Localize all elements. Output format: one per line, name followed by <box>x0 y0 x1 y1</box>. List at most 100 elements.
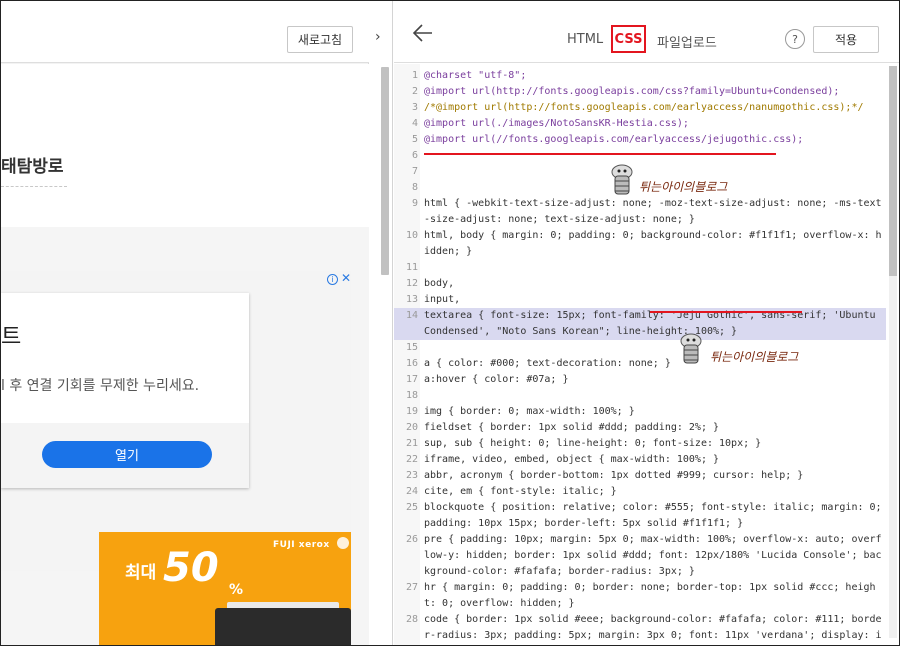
code-text: textarea { font-size: 15px; font-family:… <box>424 310 882 337</box>
editor-pane: HTML CSS 파일업로드 ? 적용 1 @charset "utf-8"; 2 @… <box>394 1 899 645</box>
printer-image <box>215 608 351 645</box>
code-line[interactable]: 26 pre { padding: 10px; margin: 5px 0; ma… <box>394 532 886 580</box>
line-number: 15 <box>405 342 418 353</box>
code-text: pre { padding: 10px; margin: 5px 0; max-… <box>424 534 882 577</box>
title-divider <box>1 186 67 187</box>
tab-file-upload[interactable]: 파일업로드 <box>657 32 717 51</box>
line-number: 3 <box>411 102 418 113</box>
banner-brand-icon <box>337 537 349 549</box>
code-line[interactable]: 21 sup, sub { height: 0; line-height: 0; … <box>394 436 886 452</box>
line-number: 9 <box>411 198 418 209</box>
chevron-right-icon[interactable]: › <box>375 29 381 45</box>
code-line[interactable]: 10 html, body { margin: 0; padding: 0; ba… <box>394 228 886 260</box>
ad-close-icon[interactable]: ✕ <box>341 271 351 285</box>
line-number: 11 <box>405 262 418 273</box>
code-line[interactable]: 11 <box>394 260 886 276</box>
code-line[interactable]: 17 a:hover { color: #07a; } <box>394 372 886 388</box>
line-number: 14 <box>405 310 418 321</box>
ad-banner[interactable]: FUJI xerox 최대 50 % <box>99 532 351 645</box>
line-number: 2 <box>411 86 418 97</box>
code-line[interactable]: 20 fieldset { border: 1px solid #ddd; pad… <box>394 420 886 436</box>
code-text: code { border: 1px solid #eee; backgroun… <box>424 614 882 641</box>
line-number: 25 <box>405 502 418 513</box>
line-number: 18 <box>405 390 418 401</box>
code-line[interactable]: 18 <box>394 388 886 404</box>
ad-open-button[interactable]: 열기 <box>42 441 212 468</box>
preview-pane: 새로고침 태탐방로 i ✕ 트 l 후 연결 기회를 무제한 누리세요. 열기 … <box>1 1 369 645</box>
preview-scrollbar[interactable] <box>381 67 389 275</box>
line-number: 16 <box>405 358 418 369</box>
banner-brand-logo: FUJI xerox <box>273 540 330 550</box>
tab-html[interactable]: HTML <box>567 32 603 47</box>
code-text: @import url(./images/NotoSansKR-Hestia.c… <box>424 118 689 129</box>
code-line[interactable]: 6 <box>394 148 886 164</box>
preview-header: 새로고침 <box>1 1 369 63</box>
css-code-editor[interactable]: 1 @charset "utf-8"; 2 @import url(http://fo… <box>394 64 899 645</box>
editor-scrollbar[interactable] <box>889 66 897 638</box>
code-line[interactable]: 2 @import url(http://fonts.googleapis.com… <box>394 84 886 100</box>
annotation-underline-font-family <box>650 311 802 313</box>
code-text: @charset "utf-8"; <box>424 70 527 81</box>
annotation-underline-import <box>424 153 776 155</box>
code-line[interactable]: 12 body, <box>394 276 886 292</box>
post-title: 태탐방로 <box>1 157 64 177</box>
banner-max-label: 최대 <box>125 563 157 583</box>
code-text: blockquote { position: relative; color: … <box>424 502 888 529</box>
line-number: 28 <box>405 614 418 625</box>
line-number: 8 <box>411 182 418 193</box>
code-line[interactable]: 9 html { -webkit-text-size-adjust: none; … <box>394 196 886 228</box>
code-line[interactable]: 5 @import url(//fonts.googleapis.com/earl… <box>394 132 886 148</box>
editor-header: HTML CSS 파일업로드 ? 적용 <box>394 1 899 63</box>
app-window: 새로고침 태탐방로 i ✕ 트 l 후 연결 기회를 무제한 누리세요. 열기 … <box>0 0 900 646</box>
line-number: 5 <box>411 134 418 145</box>
code-text: fieldset { border: 1px solid #ddd; paddi… <box>424 422 720 433</box>
back-arrow-icon[interactable] <box>412 23 434 43</box>
code-text: /*@import url(http://fonts.googleapis.co… <box>424 102 864 113</box>
code-text: hr { margin: 0; padding: 0; border: none… <box>424 582 876 609</box>
code-line[interactable]: 28 code { border: 1px solid #eee; backgro… <box>394 612 886 645</box>
apply-button[interactable]: 적용 <box>813 26 879 53</box>
code-text: abbr, acronym { border-bottom: 1px dotte… <box>424 470 804 481</box>
code-line[interactable]: 23 abbr, acronym { border-bottom: 1px dot… <box>394 468 886 484</box>
code-line[interactable]: 22 iframe, video, embed, object { max-wid… <box>394 452 886 468</box>
tab-css-label: CSS <box>614 31 643 47</box>
code-line[interactable]: 14 textarea { font-size: 15px; font-famil… <box>394 308 886 340</box>
code-text: iframe, video, embed, object { max-width… <box>424 454 720 465</box>
editor-scroll-thumb[interactable] <box>889 66 897 276</box>
blog-watermark: 튀는아이의블로그 <box>710 350 799 364</box>
line-number: 10 <box>405 230 418 241</box>
code-line[interactable]: 1 @charset "utf-8"; <box>394 68 886 84</box>
code-line[interactable]: 25 blockquote { position: relative; color… <box>394 500 886 532</box>
code-line[interactable]: 15 <box>394 340 886 356</box>
code-text: img { border: 0; max-width: 100%; } <box>424 406 635 417</box>
code-line[interactable]: 27 hr { margin: 0; padding: 0; border: no… <box>394 580 886 612</box>
ad-info-icon[interactable]: i <box>327 274 338 285</box>
code-text: html, body { margin: 0; padding: 0; back… <box>424 230 882 257</box>
code-line[interactable]: 3 /*@import url(http://fonts.googleapis.c… <box>394 100 886 116</box>
code-line[interactable]: 4 @import url(./images/NotoSansKR-Hestia.… <box>394 116 886 132</box>
line-number: 23 <box>405 470 418 481</box>
line-number: 19 <box>405 406 418 417</box>
line-number: 13 <box>405 294 418 305</box>
ad-footer: 열기 <box>1 423 249 488</box>
code-text: a { color: #000; text-decoration: none; … <box>424 358 671 369</box>
code-line[interactable]: 13 input, <box>394 292 886 308</box>
code-line[interactable]: 24 cite, em { font-style: italic; } <box>394 484 886 500</box>
blog-watermark: 튀는아이의블로그 <box>639 180 728 194</box>
refresh-button[interactable]: 새로고침 <box>287 26 353 53</box>
code-line[interactable]: 19 img { border: 0; max-width: 100%; } <box>394 404 886 420</box>
ad-headline: 트 <box>1 325 22 350</box>
line-number: 20 <box>405 422 418 433</box>
line-number: 17 <box>405 374 418 385</box>
code-text: @import url(http://fonts.googleapis.com/… <box>424 86 840 97</box>
ad-content-card[interactable]: 트 l 후 연결 기회를 무제한 누리세요. 열기 <box>1 293 249 488</box>
line-number: 21 <box>405 438 418 449</box>
post-title-block: 태탐방로 <box>1 64 369 226</box>
code-line[interactable]: 16 a { color: #000; text-decoration: none… <box>394 356 886 372</box>
tab-css[interactable]: CSS <box>611 25 646 53</box>
line-number: 4 <box>411 118 418 129</box>
line-number: 12 <box>405 278 418 289</box>
code-text: @import url(//fonts.googleapis.com/early… <box>424 134 804 145</box>
help-icon[interactable]: ? <box>785 29 805 49</box>
banner-number: 50 <box>163 545 219 591</box>
